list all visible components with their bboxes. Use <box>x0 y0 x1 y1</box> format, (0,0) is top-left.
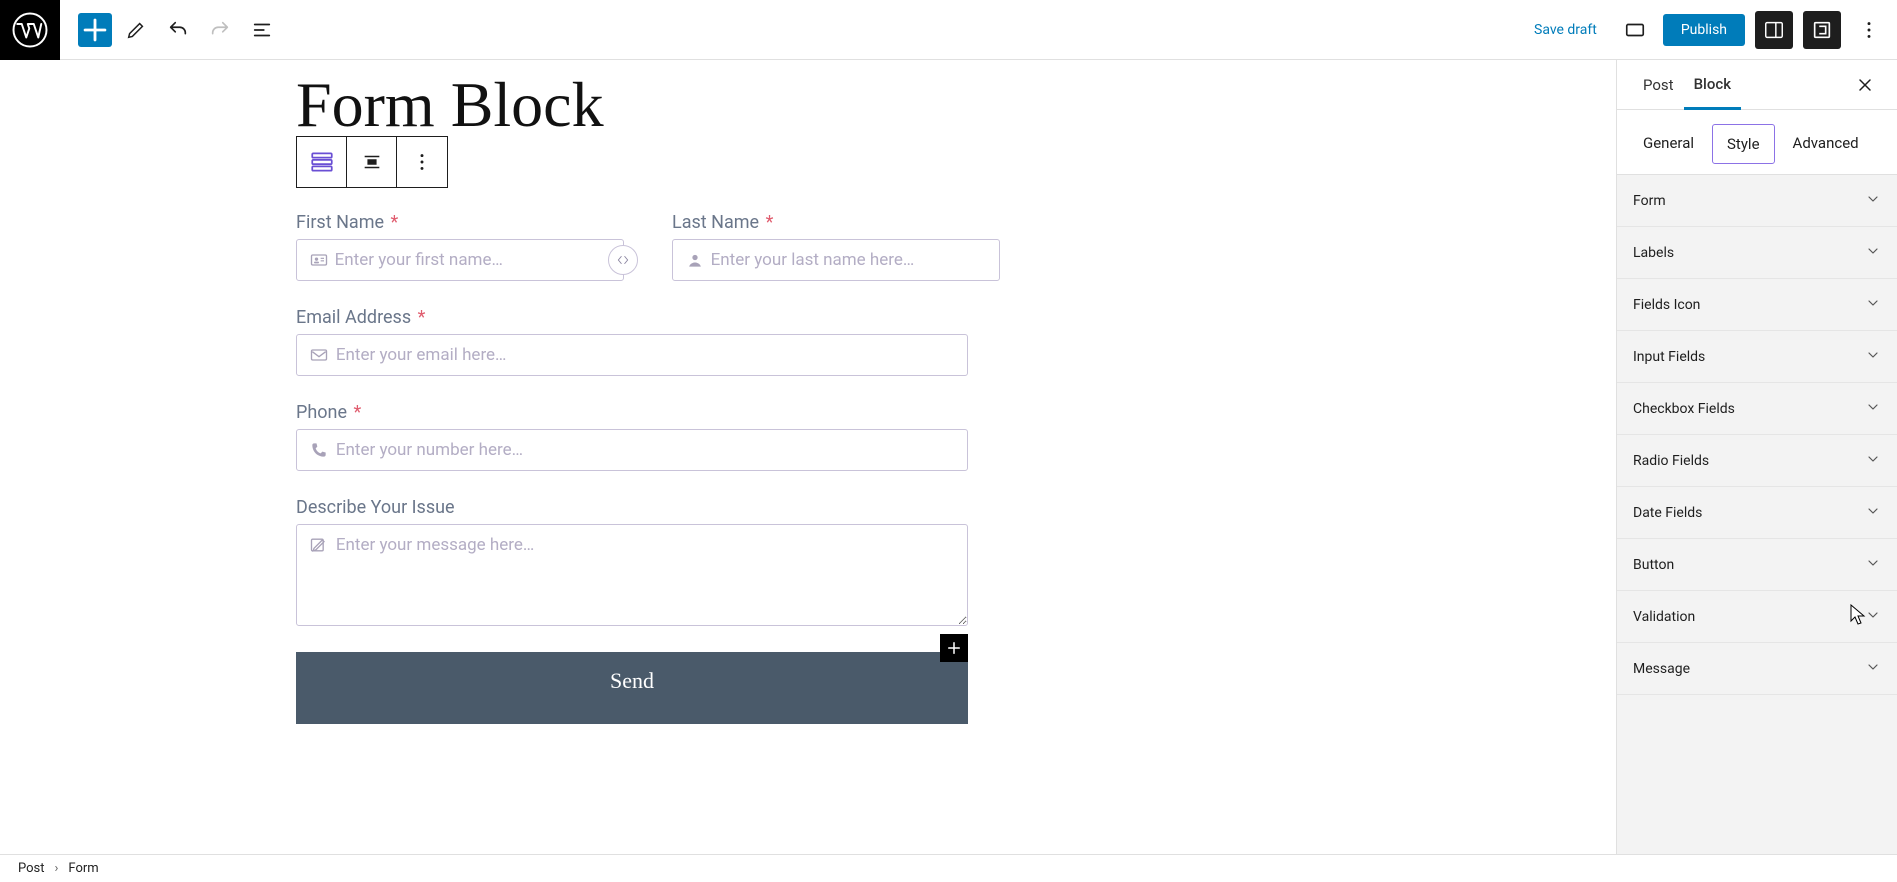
first-name-input[interactable] <box>335 250 611 270</box>
wordpress-logo[interactable] <box>0 0 60 60</box>
panel-button[interactable]: Button <box>1617 539 1897 591</box>
email-label: Email Address * <box>296 307 968 328</box>
message-field-wrap[interactable] <box>296 524 968 626</box>
more-options-button[interactable] <box>1851 12 1887 48</box>
close-sidebar-button[interactable] <box>1849 69 1881 101</box>
submit-button[interactable]: Send <box>296 652 968 724</box>
subtab-general[interactable]: General <box>1629 124 1708 164</box>
panel-label: Radio Fields <box>1633 453 1709 469</box>
panel-label: Message <box>1633 661 1690 677</box>
email-input[interactable] <box>336 345 955 365</box>
phone-input[interactable] <box>336 440 955 460</box>
settings-sidebar-toggle[interactable] <box>1755 11 1793 49</box>
canvas-wrapper: Form Block First Na <box>0 60 1616 854</box>
chevron-down-icon <box>1865 659 1881 679</box>
subtab-advanced[interactable]: Advanced <box>1779 124 1873 164</box>
panel-label: Input Fields <box>1633 349 1705 365</box>
phone-label: Phone * <box>296 402 968 423</box>
breadcrumb-form[interactable]: Form <box>68 861 98 876</box>
tab-post[interactable]: Post <box>1633 62 1684 108</box>
envelope-icon <box>309 345 336 365</box>
column-resize-handle[interactable] <box>608 245 638 275</box>
toolbar-right-group: Save draft Publish <box>1524 11 1897 49</box>
chevron-down-icon <box>1865 191 1881 211</box>
chevron-down-icon <box>1865 399 1881 419</box>
chevron-down-icon <box>1865 555 1881 575</box>
panel-label: Labels <box>1633 245 1674 261</box>
document-overview-button[interactable] <box>244 12 280 48</box>
block-toolbar <box>296 136 448 188</box>
block-align-button[interactable] <box>347 137 397 187</box>
toolbar-left-group <box>78 12 280 48</box>
chevron-down-icon <box>1865 607 1881 627</box>
panel-labels[interactable]: Labels <box>1617 227 1897 279</box>
breadcrumb: Post › Form <box>0 854 1897 882</box>
first-name-label: First Name * <box>296 212 624 233</box>
message-textarea[interactable] <box>336 535 955 615</box>
block-more-button[interactable] <box>397 137 447 187</box>
block-type-icon[interactable] <box>297 137 347 187</box>
canvas-scroll[interactable]: Form Block First Na <box>0 60 1616 854</box>
undo-button[interactable] <box>160 12 196 48</box>
editor-workspace: Form Block First Na <box>0 60 1897 854</box>
message-label: Describe Your Issue <box>296 497 968 518</box>
sidebar-panels[interactable]: Form Labels Fields Icon Input Fields Checkbo… <box>1617 174 1897 854</box>
publish-button[interactable]: Publish <box>1663 14 1745 46</box>
editor-top-toolbar: Save draft Publish <box>0 0 1897 60</box>
last-name-input[interactable] <box>711 250 987 270</box>
add-block-toggle[interactable] <box>78 13 112 47</box>
chevron-down-icon <box>1865 503 1881 523</box>
panel-label: Fields Icon <box>1633 297 1700 313</box>
form-block[interactable]: First Name * Last Name * <box>296 212 1276 724</box>
panel-message[interactable]: Message <box>1617 643 1897 695</box>
id-card-icon <box>309 250 335 270</box>
panel-label: Validation <box>1633 609 1695 625</box>
user-icon <box>685 250 711 270</box>
breadcrumb-post[interactable]: Post <box>18 861 45 876</box>
panel-checkbox-fields[interactable]: Checkbox Fields <box>1617 383 1897 435</box>
panel-label: Checkbox Fields <box>1633 401 1735 417</box>
email-field-wrap[interactable] <box>296 334 968 376</box>
plugin-sidebar-toggle[interactable] <box>1803 11 1841 49</box>
panel-label: Form <box>1633 193 1666 209</box>
sidebar-subtabs: General Style Advanced <box>1617 110 1897 174</box>
settings-sidebar: Post Block General Style Advanced Form La… <box>1616 60 1897 854</box>
page-title[interactable]: Form Block <box>296 68 1276 142</box>
chevron-down-icon <box>1865 451 1881 471</box>
panel-form[interactable]: Form <box>1617 175 1897 227</box>
panel-input-fields[interactable]: Input Fields <box>1617 331 1897 383</box>
panel-radio-fields[interactable]: Radio Fields <box>1617 435 1897 487</box>
panel-label: Button <box>1633 557 1674 573</box>
phone-field-wrap[interactable] <box>296 429 968 471</box>
phone-icon <box>309 440 336 460</box>
chevron-right-icon: › <box>55 861 59 876</box>
edit-mode-button[interactable] <box>118 12 154 48</box>
panel-date-fields[interactable]: Date Fields <box>1617 487 1897 539</box>
chevron-down-icon <box>1865 347 1881 367</box>
panel-label: Date Fields <box>1633 505 1702 521</box>
panel-fields-icon[interactable]: Fields Icon <box>1617 279 1897 331</box>
subtab-style[interactable]: Style <box>1712 124 1775 164</box>
insert-block-button[interactable] <box>940 634 968 662</box>
last-name-label: Last Name * <box>672 212 1000 233</box>
chevron-down-icon <box>1865 243 1881 263</box>
panel-validation[interactable]: Validation <box>1617 591 1897 643</box>
redo-button[interactable] <box>202 12 238 48</box>
first-name-field-wrap[interactable] <box>296 239 624 281</box>
sidebar-tabs: Post Block <box>1617 60 1897 110</box>
tab-block[interactable]: Block <box>1684 61 1741 110</box>
preview-button[interactable] <box>1617 12 1653 48</box>
last-name-field-wrap[interactable] <box>672 239 1000 281</box>
save-draft-button[interactable]: Save draft <box>1524 16 1607 44</box>
submit-block: Send <box>296 652 968 724</box>
edit-icon <box>309 535 336 555</box>
chevron-down-icon <box>1865 295 1881 315</box>
